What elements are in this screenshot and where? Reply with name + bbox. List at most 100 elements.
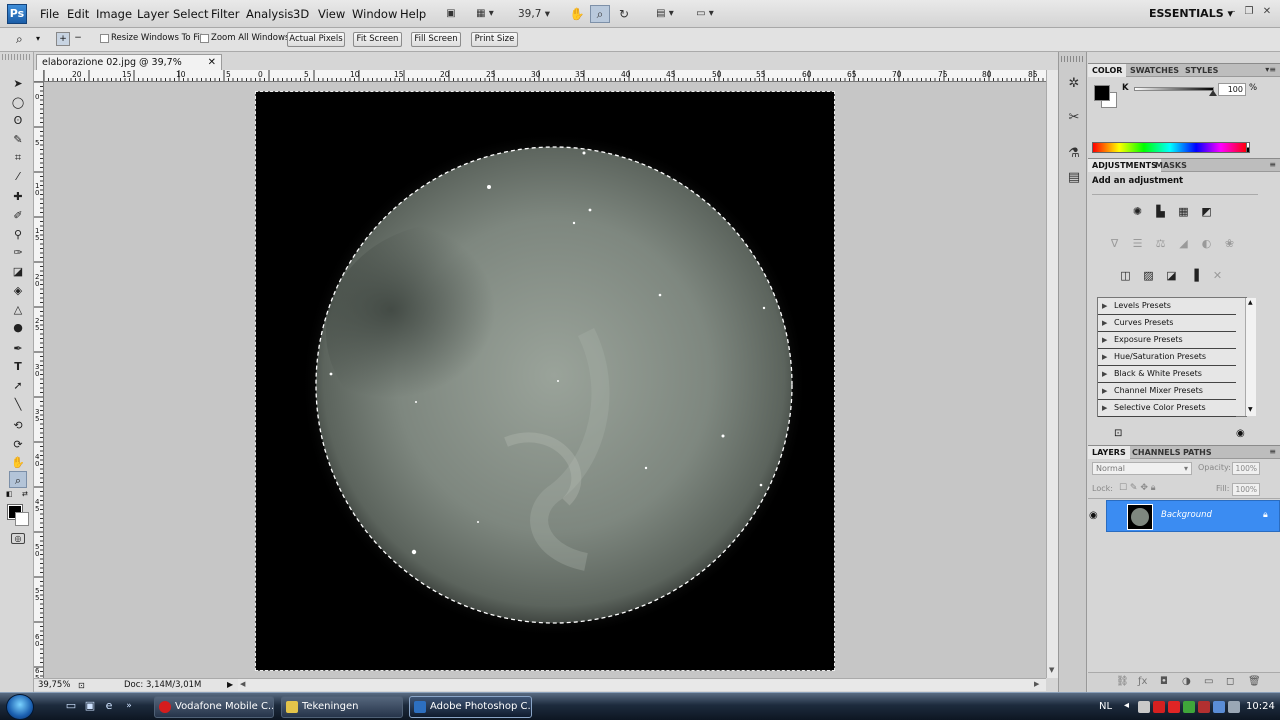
restore-icon[interactable]: ❐ xyxy=(1242,5,1256,19)
list-item[interactable]: ▶ Curves Presets xyxy=(1098,315,1236,332)
tab-styles[interactable]: STYLES xyxy=(1181,64,1222,77)
chevron-down-icon[interactable]: ▾ xyxy=(36,34,40,43)
tab-paths[interactable]: PATHS xyxy=(1179,446,1216,459)
pen-tool-icon[interactable]: ✒ xyxy=(9,339,27,356)
zoom-tool-icon[interactable]: ⌕ xyxy=(9,471,27,488)
hand-tool-icon[interactable]: ✋ xyxy=(9,453,27,470)
menu-view[interactable]: View xyxy=(318,7,345,21)
panel-grip[interactable] xyxy=(1061,56,1085,62)
internet-explorer-icon[interactable]: e xyxy=(102,700,116,712)
fill-screen-button[interactable]: Fill Screen xyxy=(411,32,461,47)
menu-window[interactable]: Window xyxy=(352,7,397,21)
list-item[interactable]: ▶ Channel Mixer Presets xyxy=(1098,383,1236,400)
exposure-icon[interactable]: ◩ xyxy=(1198,203,1215,220)
actions-icon[interactable]: ▤ xyxy=(1064,168,1084,188)
list-item[interactable]: ▶ Levels Presets xyxy=(1098,298,1236,315)
tray-expand-icon[interactable]: ◂ xyxy=(1124,700,1129,711)
menu-help[interactable]: Help xyxy=(400,7,426,21)
vibrance-icon[interactable]: ∇ xyxy=(1106,235,1123,252)
levels-icon[interactable]: ▙ xyxy=(1152,203,1169,220)
status-menu-arrow[interactable]: ▶ xyxy=(227,679,233,691)
taskbar-button-vodafone[interactable]: Vodafone Mobile C... xyxy=(154,696,274,718)
scroll-down-arrow[interactable]: ▼ xyxy=(1049,666,1054,674)
more-quicklaunch-icon[interactable]: » xyxy=(122,700,136,712)
panel-menu-icon[interactable]: ≡ xyxy=(1269,160,1276,169)
layer-row-background[interactable]: ◉ Background 🔒︎ xyxy=(1089,500,1280,532)
zoom-tool-icon[interactable]: ⌕ xyxy=(590,5,610,23)
tab-color[interactable]: COLOR xyxy=(1088,64,1127,77)
marquee-tool-icon[interactable]: ◯ xyxy=(9,93,27,110)
new-layer-icon[interactable]: ◻ xyxy=(1226,676,1234,687)
tray-app-icon[interactable] xyxy=(1183,701,1195,713)
actual-pixels-button[interactable]: Actual Pixels xyxy=(287,32,345,47)
scroll-right-arrow[interactable]: ▶ xyxy=(1034,680,1039,688)
menu-analysis[interactable]: Analysis xyxy=(246,7,293,21)
window-switcher-icon[interactable]: ▣ xyxy=(83,700,97,712)
resize-windows-checkbox[interactable] xyxy=(100,34,109,43)
zoom-in-icon[interactable]: + xyxy=(56,32,70,46)
eyedropper-tool-icon[interactable]: ⁄ xyxy=(9,167,27,184)
rotate-view-icon[interactable]: ↻ xyxy=(614,5,634,23)
clock[interactable]: 10:24 xyxy=(1246,701,1275,712)
bridge-icon[interactable]: ▣ xyxy=(442,5,460,23)
new-group-icon[interactable]: ▭ xyxy=(1204,676,1213,687)
zoom-percentage[interactable]: 39,75% xyxy=(38,679,70,691)
screen-mode-icon[interactable]: ▭ ▾ xyxy=(690,5,720,23)
blend-mode-select[interactable]: Normal ▾ xyxy=(1092,462,1192,475)
menu-3d[interactable]: 3D xyxy=(293,7,309,21)
zoom-all-windows-checkbox[interactable] xyxy=(200,34,209,43)
healing-brush-tool-icon[interactable]: ✚ xyxy=(9,187,27,204)
quick-selection-tool-icon[interactable]: ✎ xyxy=(9,130,27,147)
tray-app-icon[interactable] xyxy=(1168,701,1180,713)
list-item[interactable]: ▶ Selective Color Presets xyxy=(1098,400,1236,417)
network-icon[interactable] xyxy=(1213,701,1225,713)
menu-select[interactable]: Select xyxy=(173,7,208,21)
k-value-input[interactable]: 100 xyxy=(1218,83,1246,96)
minimize-icon[interactable]: – xyxy=(1226,5,1240,19)
tab-channels[interactable]: CHANNELS xyxy=(1128,446,1184,459)
swap-colors-icon[interactable]: ⇄ xyxy=(22,490,28,498)
document-canvas-area[interactable] xyxy=(44,82,1046,678)
arrange-documents-icon[interactable]: ▤ ▾ xyxy=(650,5,680,23)
show-desktop-icon[interactable]: ▭ xyxy=(64,700,78,712)
print-size-button[interactable]: Print Size xyxy=(471,32,518,47)
paint-bucket-tool-icon[interactable]: ◈ xyxy=(9,281,27,298)
fit-screen-button[interactable]: Fit Screen xyxy=(353,32,402,47)
curves-icon[interactable]: ▦ xyxy=(1175,203,1192,220)
horizontal-scrollbar[interactable]: ◀ ▶ xyxy=(238,678,1046,691)
menu-edit[interactable]: Edit xyxy=(67,7,89,21)
list-item[interactable]: ▶ Exposure Presets xyxy=(1098,332,1236,349)
invert-icon[interactable]: ◫ xyxy=(1117,267,1134,284)
clone-stamp-tool-icon[interactable]: ⚲ xyxy=(9,225,27,242)
list-item[interactable]: ▶ Black & White Presets xyxy=(1098,366,1236,383)
quick-mask-icon[interactable]: ◎ xyxy=(11,533,25,544)
brush-tool-icon[interactable]: ✐ xyxy=(9,206,27,223)
trash-icon[interactable]: 🗑︎ xyxy=(1248,676,1261,687)
eraser-tool-icon[interactable]: ◪ xyxy=(9,262,27,279)
clip-to-layer-icon[interactable]: ⊡ xyxy=(1114,428,1122,439)
tab-swatches[interactable]: SWATCHES xyxy=(1126,64,1183,77)
scroll-up-arrow[interactable]: ▲ xyxy=(1248,299,1253,306)
k-slider-thumb[interactable] xyxy=(1209,90,1217,96)
tab-adjustments[interactable]: ADJUSTMENTS xyxy=(1088,159,1161,172)
tab-masks[interactable]: MASKS xyxy=(1151,159,1191,172)
hue-saturation-icon[interactable]: ☰ xyxy=(1129,235,1146,252)
menu-image[interactable]: Image xyxy=(96,7,132,21)
horizontal-ruler[interactable]: 20 15 10 5 0 5 10 15 20 25 30 35 40 45 5… xyxy=(44,70,1046,82)
document-image[interactable] xyxy=(255,91,835,671)
close-icon[interactable]: ✕ xyxy=(1260,5,1274,19)
panel-menu-icon[interactable]: ▾≡ xyxy=(1265,65,1276,74)
start-button[interactable] xyxy=(6,694,34,720)
line-tool-icon[interactable]: ╲ xyxy=(9,395,27,412)
zoom-out-icon[interactable]: − xyxy=(71,32,85,46)
link-layers-icon[interactable]: ⛓ xyxy=(1116,676,1129,687)
tools-preset-icon[interactable]: ✂ xyxy=(1064,108,1084,128)
scroll-down-arrow[interactable]: ▼ xyxy=(1248,406,1253,413)
3d-rotate-tool-icon[interactable]: ⟲ xyxy=(9,416,27,433)
document-tab[interactable]: elaborazione 02.jpg @ 39,7% (Gray/8) * ✕ xyxy=(36,54,222,83)
black-white-picker[interactable] xyxy=(1246,142,1250,153)
add-mask-icon[interactable]: ◘ xyxy=(1160,676,1168,687)
channel-mixer-icon[interactable]: ❀ xyxy=(1221,235,1238,252)
tab-layers[interactable]: LAYERS xyxy=(1088,446,1130,459)
history-brush-tool-icon[interactable]: ✑ xyxy=(9,243,27,260)
